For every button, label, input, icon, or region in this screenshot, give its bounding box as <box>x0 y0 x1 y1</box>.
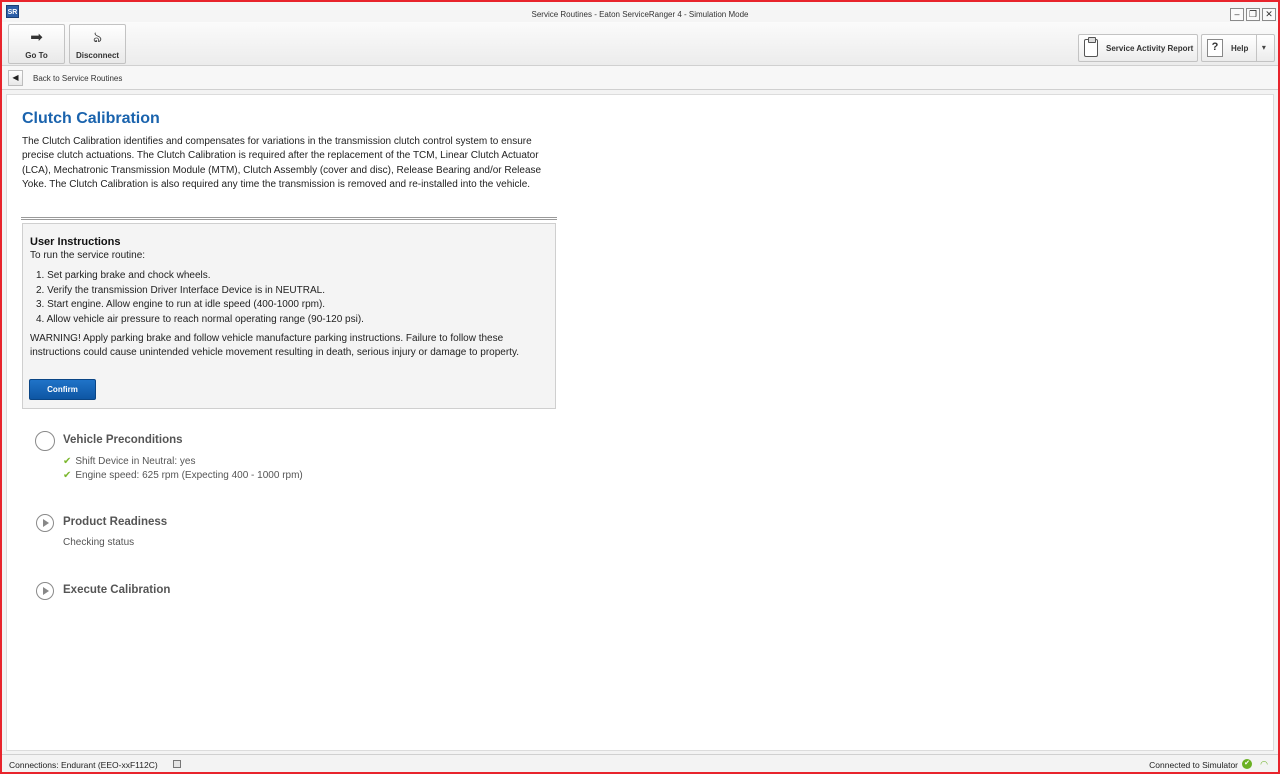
main-content: Clutch Calibration The Clutch Calibratio… <box>6 94 1274 751</box>
title-bar: SR Service Routines - Eaton ServiceRange… <box>2 2 1278 24</box>
service-activity-report-button[interactable]: Service Activity Report <box>1078 34 1198 62</box>
disconnect-cable-icon: ঌ <box>92 29 103 46</box>
help-icon: ? <box>1207 39 1223 57</box>
page-title: Clutch Calibration <box>22 110 160 127</box>
connected-ok-icon: ✔ <box>1242 759 1252 769</box>
goto-button[interactable]: ➡ Go To <box>8 24 65 64</box>
signal-icon: ◠ <box>1260 759 1268 769</box>
back-button[interactable]: ◀ <box>8 70 23 86</box>
play-icon <box>36 514 54 532</box>
minimize-button[interactable]: – <box>1230 8 1244 21</box>
instructions-box: User Instructions To run the service rou… <box>22 223 556 409</box>
user-instructions-panel: User Instructions To run the service rou… <box>21 217 557 409</box>
disconnect-button[interactable]: ঌ Disconnect <box>69 24 126 64</box>
precondition-item: ✔ Engine speed: 625 rpm (Expecting 400 - … <box>63 470 303 481</box>
goto-label: Go To <box>25 51 48 60</box>
help-button[interactable]: ? Help ▾ <box>1201 34 1275 62</box>
connections-status: Connections: Endurant (EEO-xxF112C) <box>9 760 158 770</box>
instruction-step: 2. Verify the transmission Driver Interf… <box>36 284 325 296</box>
warning-text: WARNING! Apply parking brake and follow … <box>30 333 519 359</box>
checkmark-icon: ✔ <box>63 470 72 481</box>
disconnect-label: Disconnect <box>75 51 120 60</box>
window-controls: – ❐ ✕ <box>1230 8 1276 21</box>
close-button[interactable]: ✕ <box>1262 8 1276 21</box>
precondition-item: ✔ Shift Device in Neutral: yes <box>63 456 195 467</box>
app-window: SR Service Routines - Eaton ServiceRange… <box>0 0 1280 774</box>
help-label: Help <box>1231 43 1249 53</box>
instruction-step: 4. Allow vehicle air pressure to reach n… <box>36 313 364 325</box>
back-to-service-routines-link[interactable]: Back to Service Routines <box>33 74 122 83</box>
step-title: Execute Calibration <box>63 584 171 596</box>
play-icon <box>36 582 54 600</box>
window-title: Service Routines - Eaton ServiceRanger 4… <box>531 10 749 19</box>
restore-button[interactable]: ❐ <box>1246 8 1260 21</box>
step-title: Product Readiness <box>63 516 168 528</box>
step-title: Vehicle Preconditions <box>63 434 183 446</box>
instructions-list: 1. Set parking brake and chock wheels. 2… <box>36 269 364 327</box>
instructions-subtitle: To run the service routine: <box>30 250 146 261</box>
page-description: The Clutch Calibration identifies and co… <box>22 136 542 190</box>
toolbar: ➡ Go To ঌ Disconnect Service Activity Re… <box>2 22 1278 66</box>
chevron-down-icon[interactable]: ▾ <box>1256 35 1270 61</box>
status-bar: Connections: Endurant (EEO-xxF112C) Conn… <box>2 754 1278 772</box>
checkmark-icon: ✔ <box>63 456 72 467</box>
instructions-title: User Instructions <box>30 236 121 248</box>
empty-circle-icon <box>35 431 55 451</box>
simulator-status: Connected to Simulator <box>1149 760 1238 770</box>
readiness-status: Checking status <box>63 537 135 548</box>
report-label: Service Activity Report <box>1106 43 1194 53</box>
precondition-text: Shift Device in Neutral: yes <box>75 456 196 467</box>
confirm-button[interactable]: Confirm <box>29 379 96 400</box>
instruction-step: 3. Start engine. Allow engine to run at … <box>36 299 326 310</box>
nav-bar: ◀ Back to Service Routines <box>2 66 1278 90</box>
arrow-right-icon: ➡ <box>30 29 43 46</box>
connection-details-icon[interactable] <box>173 760 181 768</box>
instruction-step: 1. Set parking brake and chock wheels. <box>36 270 211 281</box>
clipboard-icon <box>1084 37 1098 57</box>
precondition-text: Engine speed: 625 rpm (Expecting 400 - 1… <box>75 470 303 481</box>
